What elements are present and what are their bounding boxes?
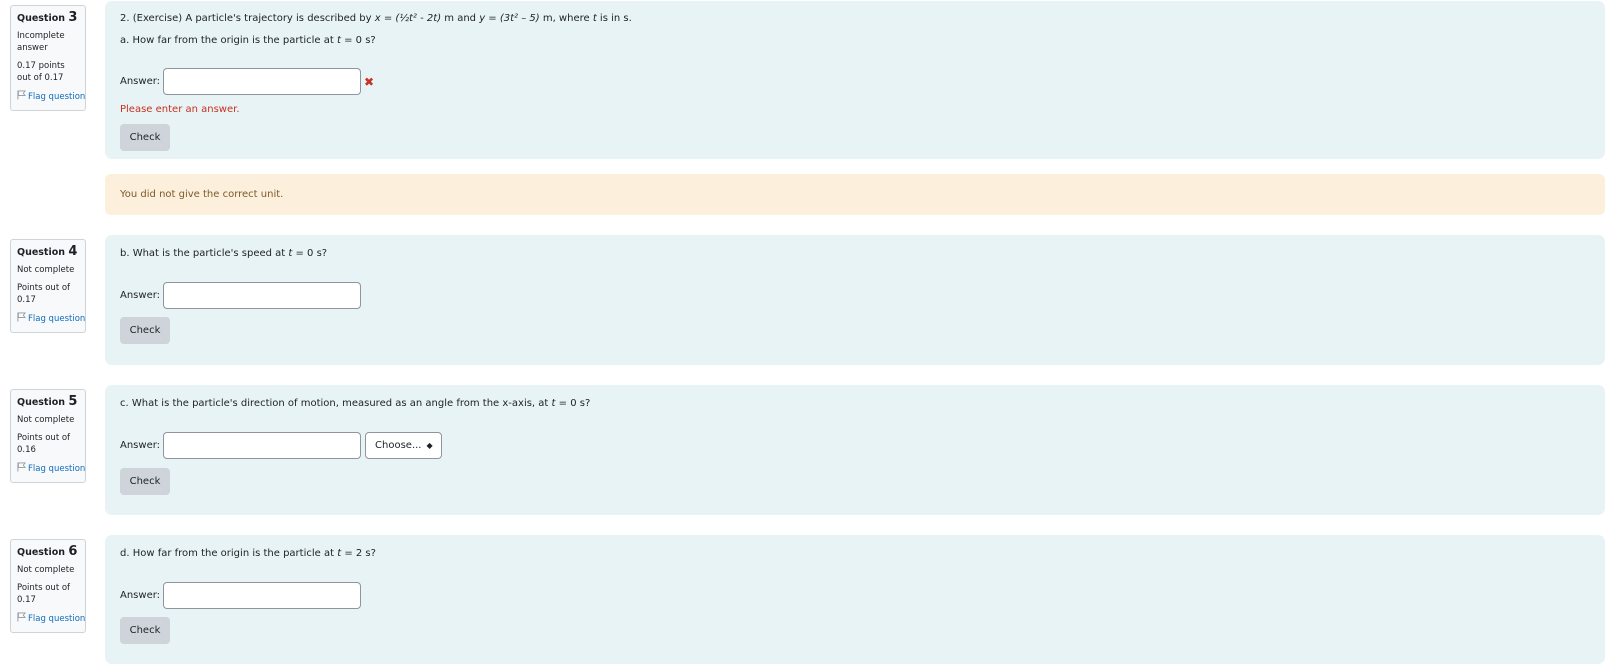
question-content: 2. (Exercise) A particle's trajectory is… xyxy=(105,1,1605,159)
answer-input[interactable] xyxy=(163,282,362,309)
question-text: b. What is the particle's speed at t = 0… xyxy=(120,248,328,259)
flag-question-link[interactable]: Flag question xyxy=(17,90,85,103)
question-intro: 2. (Exercise) A particle's trajectory is… xyxy=(120,13,632,24)
answer-row: Answer: Choose... ◆ xyxy=(120,432,443,459)
question-content: b. What is the particle's speed at t = 0… xyxy=(105,235,1605,365)
question-grade: Points out of 0.17 xyxy=(17,583,71,605)
unit-select[interactable]: Choose... ◆ xyxy=(365,432,443,459)
question-text: d. How far from the origin is the partic… xyxy=(120,548,376,559)
flag-question-link[interactable]: Flag question xyxy=(17,312,85,325)
answer-row: Answer: xyxy=(120,582,362,609)
answer-input[interactable] xyxy=(163,432,362,459)
question-info: Question 4 Not complete Points out of 0.… xyxy=(10,239,86,333)
check-button[interactable]: Check xyxy=(120,617,170,644)
question-state: Not complete xyxy=(17,265,75,275)
question-content: d. How far from the origin is the partic… xyxy=(105,535,1605,664)
flag-icon xyxy=(17,462,26,472)
question-text: c. What is the particle's direction of m… xyxy=(120,398,591,409)
answer-label: Answer: xyxy=(120,290,161,301)
question-info: Question 6 Not complete Points out of 0.… xyxy=(10,539,86,633)
question-number: Question 4 xyxy=(17,244,78,259)
question-content: c. What is the particle's direction of m… xyxy=(105,385,1605,515)
flag-icon xyxy=(17,612,26,622)
question-state: Not complete xyxy=(17,565,75,575)
flag-question-link[interactable]: Flag question xyxy=(17,462,85,475)
answer-label: Answer: xyxy=(120,76,161,87)
answer-row: Answer: ✖ xyxy=(120,68,374,95)
check-button[interactable]: Check xyxy=(120,317,170,344)
feedback-message: You did not give the correct unit. xyxy=(105,174,1605,215)
flag-question-link[interactable]: Flag question xyxy=(17,612,85,625)
answer-input[interactable] xyxy=(163,582,362,609)
validation-error: Please enter an answer. xyxy=(120,104,240,115)
question-number: Question 3 xyxy=(17,10,78,25)
question-state: Not complete xyxy=(17,415,75,425)
question-grade: Points out of 0.17 xyxy=(17,283,71,305)
question-info: Question 3 Incomplete answer 0.17 points… xyxy=(10,5,86,111)
check-button[interactable]: Check xyxy=(120,124,170,151)
question-grade: Points out of 0.16 xyxy=(17,433,71,455)
answer-label: Answer: xyxy=(120,590,161,601)
answer-label: Answer: xyxy=(120,440,161,451)
flag-icon xyxy=(17,90,26,100)
question-info: Question 5 Not complete Points out of 0.… xyxy=(10,389,86,483)
question-text: a. How far from the origin is the partic… xyxy=(120,35,376,46)
answer-input[interactable] xyxy=(163,68,362,95)
check-button[interactable]: Check xyxy=(120,468,170,495)
flag-icon xyxy=(17,312,26,322)
question-grade: 0.17 points out of 0.17 xyxy=(17,61,65,83)
answer-row: Answer: xyxy=(120,282,362,309)
question-state: Incomplete answer xyxy=(17,31,65,53)
question-number: Question 5 xyxy=(17,394,78,409)
question-number: Question 6 xyxy=(17,544,78,559)
select-caret-icon: ◆ xyxy=(426,441,433,450)
incorrect-icon: ✖ xyxy=(364,74,375,89)
